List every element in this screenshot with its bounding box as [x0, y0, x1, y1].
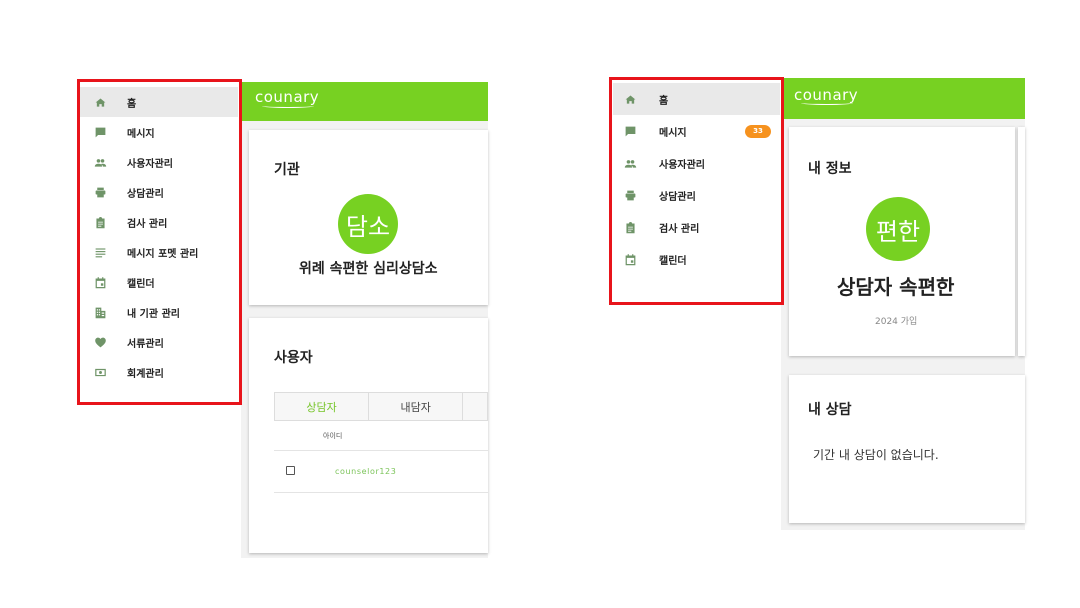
sidebar-item-2[interactable]: 사용자관리	[80, 147, 238, 177]
sidebar-item-label: 사용자관리	[127, 158, 173, 170]
sidebar-item-3[interactable]: 상담관리	[613, 179, 780, 211]
user-tab-0[interactable]: 상담자	[275, 393, 370, 420]
sidebar-item-label: 메시지	[659, 127, 687, 139]
info-card-title: 내 정보	[808, 161, 852, 177]
sidebar-item-0[interactable]: 홈	[613, 83, 780, 115]
user-tab-2[interactable]	[463, 393, 487, 420]
building-icon	[93, 305, 107, 319]
empty-sessions-message: 기간 내 상담이 없습니다.	[813, 448, 939, 462]
lines-icon	[93, 245, 107, 259]
sidebar-item-8[interactable]: 서류관리	[80, 327, 238, 357]
column-header-id: 아이디	[323, 432, 343, 440]
sidebar-item-7[interactable]: 내 기관 관리	[80, 297, 238, 327]
message-icon	[93, 125, 107, 139]
sidebar-item-5[interactable]: 캘린더	[613, 243, 780, 275]
sidebar-item-4[interactable]: 검사 관리	[80, 207, 238, 237]
sidebar-item-0[interactable]: 홈	[80, 87, 238, 117]
message-icon	[623, 124, 637, 138]
home-icon	[623, 92, 637, 106]
sidebar-item-1[interactable]: 메시지 33	[613, 115, 780, 147]
left-logo-smile	[262, 104, 314, 108]
sidebar-item-label: 캘린더	[659, 255, 687, 267]
user-tab-1[interactable]: 내담자	[369, 393, 464, 420]
clipboard-icon	[623, 220, 637, 234]
calendar-icon	[93, 275, 107, 289]
org-card-title: 기관	[274, 162, 300, 178]
row-checkbox[interactable]	[286, 466, 295, 475]
heart-icon	[93, 335, 107, 349]
adjacent-card-edge	[1018, 127, 1025, 356]
users-card: 사용자 상담자 내담자 아이디 counselor123	[249, 318, 488, 553]
sidebar-item-label: 상담관리	[127, 188, 164, 200]
sidebar-item-label: 검사 관리	[127, 218, 168, 230]
sidebar-item-5[interactable]: 메시지 포멧 관리	[80, 237, 238, 267]
printer-icon	[93, 185, 107, 199]
sidebar-item-label: 메시지	[127, 128, 155, 140]
unread-badge: 33	[745, 124, 771, 138]
right-logo-smile	[801, 101, 853, 105]
users-card-title: 사용자	[274, 350, 313, 366]
sidebar-item-label: 상담관리	[659, 191, 696, 203]
org-avatar: 담소	[338, 194, 398, 254]
sidebar-item-4[interactable]: 검사 관리	[613, 211, 780, 243]
sidebar-item-1[interactable]: 메시지	[80, 117, 238, 147]
money-icon	[93, 365, 107, 379]
header-divider	[274, 450, 488, 451]
sidebar-item-label: 서류관리	[127, 338, 164, 350]
sidebar-item-3[interactable]: 상담관리	[80, 177, 238, 207]
sidebar-item-6[interactable]: 캘린더	[80, 267, 238, 297]
org-name: 위례 속편한 심리상담소	[299, 261, 438, 277]
right-sidebar: 홈메시지 33 사용자관리상담관리검사 관리캘린더	[613, 81, 780, 301]
printer-icon	[623, 188, 637, 202]
left-sidebar: 홈메시지사용자관리상담관리검사 관리메시지 포멧 관리캘린더내 기관 관리서류관…	[80, 82, 238, 402]
user-type-tabs: 상담자 내담자	[274, 392, 488, 421]
sidebar-item-9[interactable]: 회계관리	[80, 357, 238, 387]
user-avatar: 편한	[866, 197, 930, 261]
sidebar-item-label: 홈	[127, 98, 137, 110]
info-card: 내 정보 편한 상담자 속편한 2024 가입	[789, 127, 1015, 356]
clipboard-icon	[93, 215, 107, 229]
sidebar-item-label: 검사 관리	[659, 223, 700, 235]
sidebar-item-label: 회계관리	[127, 368, 164, 380]
user-id-cell[interactable]: counselor123	[335, 467, 396, 476]
sessions-card: 내 상담 기간 내 상담이 없습니다.	[789, 375, 1025, 523]
sessions-card-title: 내 상담	[808, 402, 852, 418]
people-icon	[93, 155, 107, 169]
sidebar-item-label: 내 기관 관리	[127, 308, 180, 320]
sidebar-item-label: 사용자관리	[659, 159, 705, 171]
user-name: 상담자 속편한	[837, 275, 955, 299]
row-divider	[274, 492, 488, 493]
joined-year: 2024 가입	[875, 317, 918, 327]
sidebar-item-label: 홈	[659, 95, 669, 107]
sidebar-item-label: 캘린더	[127, 278, 155, 290]
org-card: 기관 담소 위례 속편한 심리상담소	[249, 130, 488, 305]
home-icon	[93, 95, 107, 109]
sidebar-item-label: 메시지 포멧 관리	[127, 248, 199, 260]
sidebar-item-2[interactable]: 사용자관리	[613, 147, 780, 179]
people-icon	[623, 156, 637, 170]
calendar-icon	[623, 252, 637, 266]
